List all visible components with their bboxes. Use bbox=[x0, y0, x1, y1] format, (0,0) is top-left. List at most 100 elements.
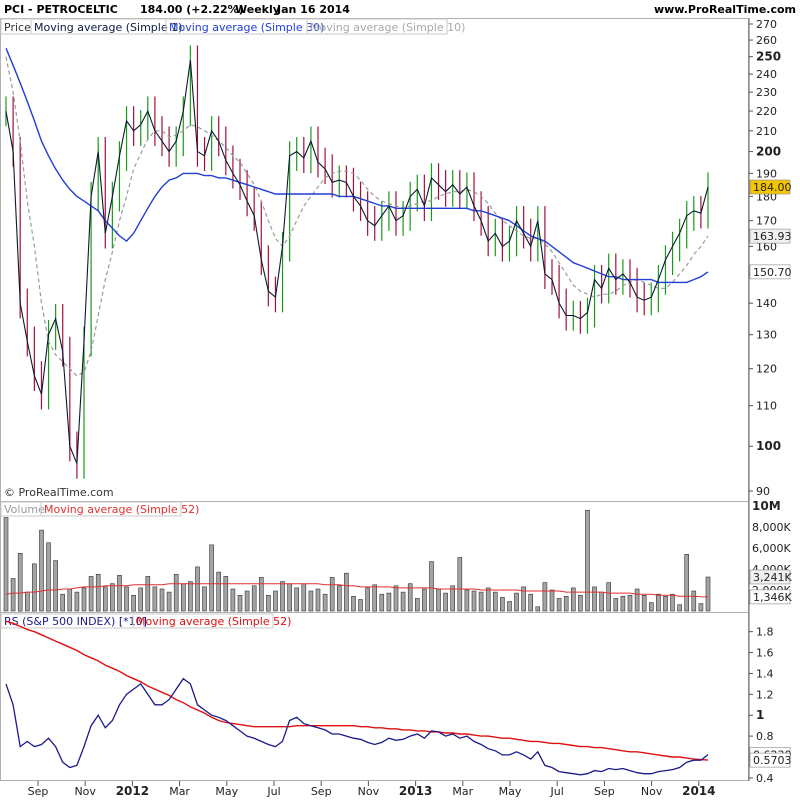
volume-bar bbox=[237, 594, 243, 612]
volume-bar bbox=[549, 589, 555, 612]
volume-bar bbox=[500, 597, 505, 612]
x-tick-label: Nov bbox=[641, 785, 663, 798]
ma30-tag-text: 150.70 bbox=[753, 266, 792, 279]
volume-bar bbox=[535, 606, 541, 612]
price-y-tick-label: 140 bbox=[756, 297, 777, 310]
volume-bar bbox=[471, 590, 477, 612]
volume-bar bbox=[223, 576, 229, 612]
volume-bar bbox=[485, 587, 491, 612]
volume-bar bbox=[74, 591, 80, 612]
volume-bar bbox=[67, 588, 73, 612]
volume-bar bbox=[322, 593, 328, 612]
volume-bar bbox=[3, 517, 9, 612]
x-tick-label: 2014 bbox=[682, 784, 715, 798]
volume-bar bbox=[670, 593, 675, 612]
volume-bar bbox=[613, 598, 619, 612]
volume-bar bbox=[81, 587, 87, 612]
volume-bar bbox=[188, 581, 193, 612]
volume-legend: Volume Moving average (Simple 52) bbox=[0, 501, 199, 517]
volume-bar bbox=[244, 590, 250, 612]
volume-bar bbox=[308, 590, 314, 612]
rs-legend: RS (S&P 500 INDEX) [*10] Moving average … bbox=[0, 613, 291, 629]
volume-bar bbox=[17, 552, 23, 612]
volume-bar bbox=[39, 529, 44, 612]
volume-bar bbox=[103, 586, 108, 612]
volume-bar bbox=[173, 573, 179, 612]
ma10-tag: 163.93 bbox=[749, 228, 792, 244]
legend-ma10: Moving average (Simple 10) bbox=[310, 21, 465, 34]
price-y-tick-label: 170 bbox=[756, 215, 777, 228]
volume-bar bbox=[386, 592, 392, 612]
volume-y-tick-label: 10M bbox=[752, 499, 781, 513]
volume-bar bbox=[145, 576, 151, 612]
volume-bar bbox=[585, 509, 590, 612]
price-y-tick-label: 250 bbox=[756, 50, 781, 64]
volume-bar bbox=[450, 585, 456, 612]
volume-y-tick-label: 6,000K bbox=[752, 542, 791, 555]
date-label: Jan 16 2014 bbox=[276, 3, 350, 16]
volume-tag: 3,241K bbox=[749, 569, 792, 585]
x-tick-label: Sep bbox=[28, 785, 49, 798]
chart-window: PCI - PETROCELTIC 184.00 (+2.22%) Weekly… bbox=[0, 0, 800, 800]
legend-volume: Volume bbox=[4, 503, 45, 516]
volume-bar bbox=[663, 595, 668, 612]
volume-bar bbox=[592, 586, 597, 612]
volume-bar bbox=[216, 571, 221, 612]
volume-ma-tag-text: 1,346K bbox=[753, 591, 792, 604]
legend-rs: RS (S&P 500 INDEX) [*10] bbox=[4, 615, 147, 628]
x-tick-label: 2012 bbox=[116, 784, 149, 798]
volume-bar bbox=[209, 544, 214, 612]
x-tick-label: Mar bbox=[452, 785, 473, 798]
price-y-tick-label: 190 bbox=[756, 167, 777, 180]
rs-y-tick-label: 1 bbox=[756, 708, 764, 722]
volume-bar bbox=[528, 593, 534, 612]
price-y-tick-label: 270 bbox=[756, 18, 777, 31]
volume-bar bbox=[436, 588, 441, 612]
price-y-tick-label: 100 bbox=[756, 439, 781, 453]
volume-bar bbox=[514, 592, 519, 612]
volume-bar bbox=[266, 594, 271, 612]
volume-bar bbox=[606, 582, 612, 612]
volume-bar bbox=[344, 572, 349, 612]
volume-bar bbox=[351, 595, 356, 612]
price-y-tick-label: 90 bbox=[756, 485, 770, 498]
volume-bar bbox=[124, 586, 129, 612]
x-tick-label: Nov bbox=[74, 785, 96, 798]
volume-bar bbox=[599, 591, 604, 612]
site-link[interactable]: www.ProRealTime.com bbox=[654, 3, 796, 16]
rs-y-tick-label: 0.8 bbox=[756, 730, 774, 743]
volume-bar bbox=[556, 598, 562, 612]
x-tick-label: Sep bbox=[594, 785, 615, 798]
volume-bar bbox=[464, 589, 470, 612]
volume-bar bbox=[429, 561, 434, 612]
volume-y-tick-label: 8,000K bbox=[752, 521, 791, 534]
period-label: Weekly bbox=[235, 3, 280, 16]
rs-ma-tag-text: 0.5703 bbox=[753, 754, 792, 767]
volume-bar bbox=[258, 577, 264, 612]
volume-bar bbox=[641, 594, 647, 612]
legend-ma1: Moving average (Simple 1) bbox=[34, 21, 182, 34]
volume-bar bbox=[578, 594, 583, 612]
x-tick-label: Mar bbox=[169, 785, 190, 798]
chart-title: PCI - PETROCELTIC bbox=[4, 3, 118, 16]
last-price: 184.00 (+2.22%) bbox=[140, 3, 244, 16]
volume-bar bbox=[336, 585, 342, 612]
volume-bar bbox=[620, 595, 626, 612]
volume-bar bbox=[691, 590, 697, 612]
volume-bar bbox=[698, 603, 704, 612]
chart-canvas[interactable]: PCI - PETROCELTIC 184.00 (+2.22%) Weekly… bbox=[0, 0, 800, 800]
price-legend: Price Moving average (Simple 1) Moving a… bbox=[0, 18, 465, 35]
volume-bar bbox=[656, 593, 661, 612]
volume-bar bbox=[301, 583, 307, 612]
volume-bar bbox=[414, 598, 420, 612]
volume-bar bbox=[287, 583, 292, 612]
volume-bar bbox=[131, 594, 136, 612]
volume-bar bbox=[273, 590, 278, 612]
x-tick-label: Jul bbox=[550, 785, 564, 798]
rs-y-tick-label: 1.8 bbox=[756, 626, 774, 639]
rs-y-tick-label: 1.6 bbox=[756, 647, 774, 660]
x-tick-label: Sep bbox=[311, 785, 332, 798]
volume-bar bbox=[372, 584, 378, 612]
volume-bar bbox=[280, 581, 285, 612]
volume-bar bbox=[138, 587, 143, 612]
